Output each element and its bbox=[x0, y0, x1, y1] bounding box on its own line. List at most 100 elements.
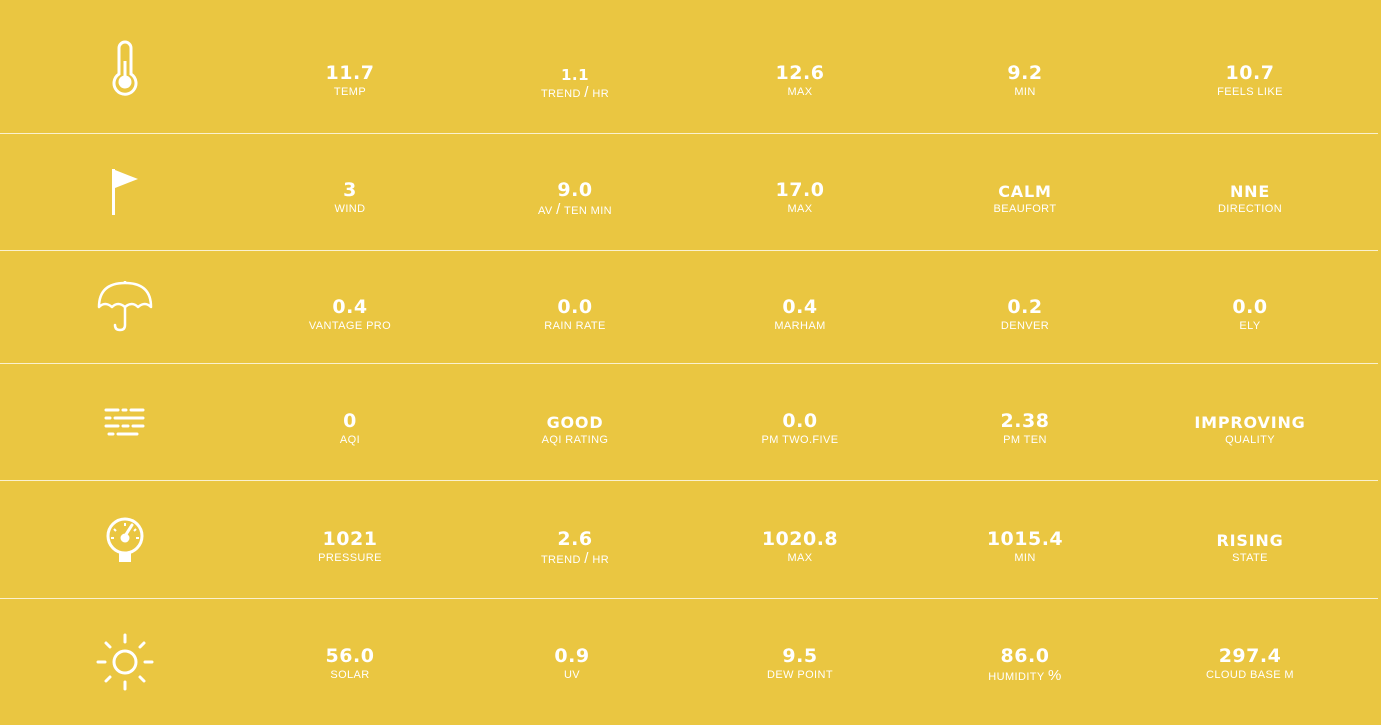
thermometer-icon bbox=[95, 0, 155, 133]
temperature-row: 11.7 TEMP 1.1 TREND / HR 12.6 MAX 9.2 MI… bbox=[0, 0, 1378, 134]
feels-like-stat: 10.7 FEELS LIKE bbox=[1145, 62, 1355, 99]
vantage-pro-value: 0.4 bbox=[332, 296, 368, 318]
aqi-label: AQI bbox=[339, 434, 361, 446]
pressure-max-stat: 1020.8 MAX bbox=[695, 528, 905, 565]
temp-max-value: 12.6 bbox=[775, 62, 825, 84]
beaufort-label: BEAUFORT bbox=[993, 203, 1057, 215]
air-quality-row: 0 AQI GOOD AQI RATING 0.0 PM TWO.FIVE 2.… bbox=[0, 364, 1378, 481]
quality-value: IMPROVING bbox=[1194, 413, 1306, 432]
vantage-pro-label: VANTAGE PRO bbox=[308, 320, 392, 332]
pressure-label: PRESSURE bbox=[318, 552, 382, 564]
dew-point-value: 9.5 bbox=[782, 645, 818, 667]
sun-icon bbox=[95, 599, 155, 725]
rain-rate-value: 0.0 bbox=[557, 296, 593, 318]
rain-rate-stat: 0.0 RAIN RATE bbox=[470, 296, 680, 333]
humidity-stat: 86.0 HUMIDITY % bbox=[920, 645, 1130, 684]
temp-min-label: MIN bbox=[1014, 86, 1036, 98]
cloud-base-value: 297.4 bbox=[1218, 645, 1282, 667]
solar-stat: 56.0 SOLAR bbox=[245, 645, 455, 682]
denver-value: 0.2 bbox=[1007, 296, 1043, 318]
pm25-value: 0.0 bbox=[782, 410, 818, 432]
quality-label: QUALITY bbox=[1225, 434, 1275, 446]
aqi-rating-stat: GOOD AQI RATING bbox=[470, 410, 680, 447]
quality-stat: IMPROVING QUALITY bbox=[1145, 410, 1355, 447]
marham-value: 0.4 bbox=[782, 296, 818, 318]
feels-like-label: FEELS LIKE bbox=[1217, 86, 1283, 98]
direction-stat: NNE DIRECTION bbox=[1145, 179, 1355, 216]
temp-max-stat: 12.6 MAX bbox=[695, 62, 905, 99]
pressure-trend-value: 2.6 bbox=[557, 528, 593, 550]
temp-trend-label: TREND / HR bbox=[540, 84, 610, 101]
pressure-value: 1021 bbox=[322, 528, 378, 550]
solar-row: 56.0 SOLAR 0.9 UV 9.5 DEW POINT 86.0 HUM… bbox=[0, 599, 1381, 725]
denver-stat: 0.2 DENVER bbox=[920, 296, 1130, 333]
temp-value: 11.7 bbox=[325, 62, 375, 84]
pressure-trend-label: TREND / HR bbox=[540, 550, 610, 567]
solar-value: 56.0 bbox=[325, 645, 375, 667]
wind-avg-label: AV / TEN MIN bbox=[537, 201, 612, 218]
direction-label: DIRECTION bbox=[1217, 203, 1283, 215]
pm25-label: PM TWO.FIVE bbox=[761, 434, 839, 446]
pressure-min-stat: 1015.4 MIN bbox=[920, 528, 1130, 565]
rain-rate-label: RAIN RATE bbox=[544, 320, 606, 332]
ely-stat: 0.0 ELY bbox=[1145, 296, 1355, 333]
pressure-state-label: STATE bbox=[1232, 552, 1268, 564]
temp-min-value: 9.2 bbox=[1007, 62, 1043, 84]
pressure-state-value: RISING bbox=[1216, 531, 1284, 550]
wind-row: 3 WIND 9.0 AV / TEN MIN 17.0 MAX CALM BE… bbox=[0, 134, 1378, 251]
pressure-gauge-icon bbox=[95, 481, 155, 598]
uv-label: UV bbox=[563, 669, 581, 681]
pressure-row: 1021 PRESSURE 2.6 TREND / HR 1020.8 MAX … bbox=[0, 481, 1378, 599]
ely-value: 0.0 bbox=[1232, 296, 1268, 318]
pressure-stat: 1021 PRESSURE bbox=[245, 528, 455, 565]
weather-dashboard: 11.7 TEMP 1.1 TREND / HR 12.6 MAX 9.2 MI… bbox=[0, 0, 1381, 725]
wind-max-value: 17.0 bbox=[775, 179, 825, 201]
flag-icon bbox=[95, 134, 155, 250]
wind-max-stat: 17.0 MAX bbox=[695, 179, 905, 216]
marham-label: MARHAM bbox=[774, 320, 826, 332]
dew-point-label: DEW POINT bbox=[767, 669, 833, 681]
uv-value: 0.9 bbox=[554, 645, 590, 667]
beaufort-value: CALM bbox=[998, 182, 1052, 201]
uv-stat: 0.9 UV bbox=[467, 645, 677, 682]
wind-avg-stat: 9.0 AV / TEN MIN bbox=[470, 179, 680, 218]
temp-label: TEMP bbox=[333, 86, 367, 98]
temp-min-stat: 9.2 MIN bbox=[920, 62, 1130, 99]
wind-max-label: MAX bbox=[787, 203, 813, 215]
humidity-value: 86.0 bbox=[1000, 645, 1050, 667]
cloud-base-label: CLOUD BASE M bbox=[1206, 669, 1294, 681]
pressure-min-label: MIN bbox=[1014, 552, 1036, 564]
temp-max-label: MAX bbox=[787, 86, 813, 98]
temp-trend-value: 1.1 bbox=[560, 66, 590, 84]
fog-icon bbox=[95, 364, 155, 480]
umbrella-icon bbox=[95, 251, 155, 363]
denver-label: DENVER bbox=[1000, 320, 1050, 332]
dew-point-stat: 9.5 DEW POINT bbox=[695, 645, 905, 682]
ely-label: ELY bbox=[1239, 320, 1261, 332]
aqi-rating-value: GOOD bbox=[546, 413, 604, 432]
pressure-max-label: MAX bbox=[787, 552, 813, 564]
pm10-stat: 2.38 PM TEN bbox=[920, 410, 1130, 447]
pressure-trend-stat: 2.6 TREND / HR bbox=[470, 528, 680, 567]
direction-value: NNE bbox=[1229, 182, 1271, 201]
wind-value: 3 bbox=[343, 179, 357, 201]
cloud-base-stat: 297.4 CLOUD BASE M bbox=[1145, 645, 1355, 682]
temp-trend-stat: 1.1 TREND / HR bbox=[470, 62, 680, 101]
temp-stat: 11.7 TEMP bbox=[245, 62, 455, 99]
rain-row: 0.4 VANTAGE PRO 0.0 RAIN RATE 0.4 MARHAM… bbox=[0, 251, 1378, 364]
aqi-stat: 0 AQI bbox=[245, 410, 455, 447]
pm10-label: PM TEN bbox=[1003, 434, 1047, 446]
marham-stat: 0.4 MARHAM bbox=[695, 296, 905, 333]
vantage-pro-stat: 0.4 VANTAGE PRO bbox=[245, 296, 455, 333]
pressure-max-value: 1020.8 bbox=[761, 528, 839, 550]
wind-stat: 3 WIND bbox=[245, 179, 455, 216]
aqi-value: 0 bbox=[343, 410, 357, 432]
pressure-state-stat: RISING STATE bbox=[1145, 528, 1355, 565]
solar-label: SOLAR bbox=[330, 669, 370, 681]
aqi-rating-label: AQI RATING bbox=[541, 434, 609, 446]
pm10-value: 2.38 bbox=[1000, 410, 1050, 432]
pressure-min-value: 1015.4 bbox=[986, 528, 1064, 550]
wind-avg-value: 9.0 bbox=[557, 179, 593, 201]
wind-label: WIND bbox=[334, 203, 366, 215]
feels-like-value: 10.7 bbox=[1225, 62, 1275, 84]
